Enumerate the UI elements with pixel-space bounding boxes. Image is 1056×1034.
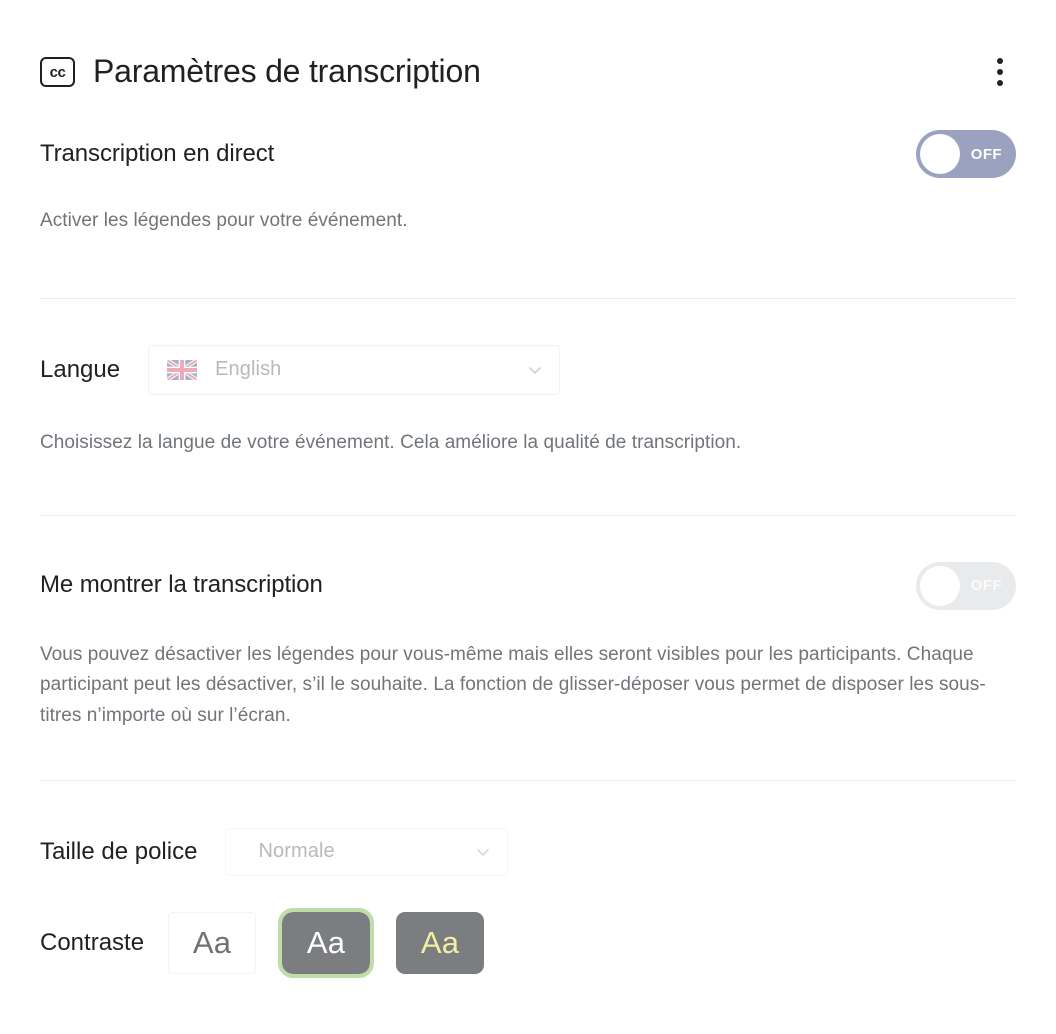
kebab-dot (997, 58, 1003, 64)
overflow-menu-icon[interactable] (980, 52, 1020, 92)
language-row: Langue English (40, 344, 1016, 395)
closed-caption-icon: cc (40, 57, 75, 87)
chevron-down-icon (527, 362, 543, 378)
live-transcription-title: Transcription en direct (40, 139, 275, 167)
page-title: Paramètres de transcription (93, 53, 481, 90)
live-transcription-toggle-state: OFF (970, 145, 1002, 163)
transcription-settings-panel: cc Paramètres de transcription Transcrip… (0, 0, 1056, 1034)
show-transcription-toggle-state: OFF (970, 577, 1002, 595)
chevron-down-icon (475, 844, 491, 860)
divider (40, 297, 1016, 299)
contrast-option-dark[interactable]: Aa (278, 907, 375, 978)
contrast-option-yellow[interactable]: Aa (396, 911, 485, 974)
show-transcription-description: Vous pouvez désactiver les légendes pour… (40, 643, 986, 727)
kebab-dot (997, 80, 1003, 86)
contrast-label: Contraste (40, 928, 145, 956)
panel-header: cc Paramètres de transcription (40, 0, 1016, 118)
live-transcription-description: Activer les légendes pour votre événemen… (40, 210, 408, 231)
contrast-option-light[interactable]: Aa (168, 911, 257, 974)
show-transcription-row: Me montrer la transcription OFF (40, 561, 1016, 610)
toggle-knob (920, 565, 960, 606)
uk-flag-icon (167, 359, 198, 380)
font-size-selected-value: Normale (258, 840, 335, 863)
closed-caption-icon-label: cc (49, 63, 66, 81)
language-select[interactable]: English (148, 344, 561, 395)
divider (40, 779, 1016, 781)
contrast-row: Contraste Aa Aa Aa (40, 907, 1016, 978)
font-size-select[interactable]: Normale (225, 827, 509, 876)
kebab-dot (997, 69, 1003, 75)
font-size-label: Taille de police (40, 837, 198, 865)
language-description: Choisissez la langue de votre événement.… (40, 431, 742, 453)
show-transcription-toggle[interactable]: OFF (916, 561, 1016, 610)
font-size-row: Taille de police Normale (40, 827, 1016, 876)
divider (40, 514, 1016, 516)
live-transcription-row: Transcription en direct OFF (40, 130, 1016, 178)
contrast-options: Aa Aa Aa (168, 907, 485, 978)
language-label: Langue (40, 355, 121, 383)
toggle-knob (920, 134, 960, 174)
show-transcription-title: Me montrer la transcription (40, 571, 323, 599)
live-transcription-toggle[interactable]: OFF (916, 130, 1016, 178)
language-selected-value: English (215, 358, 282, 381)
